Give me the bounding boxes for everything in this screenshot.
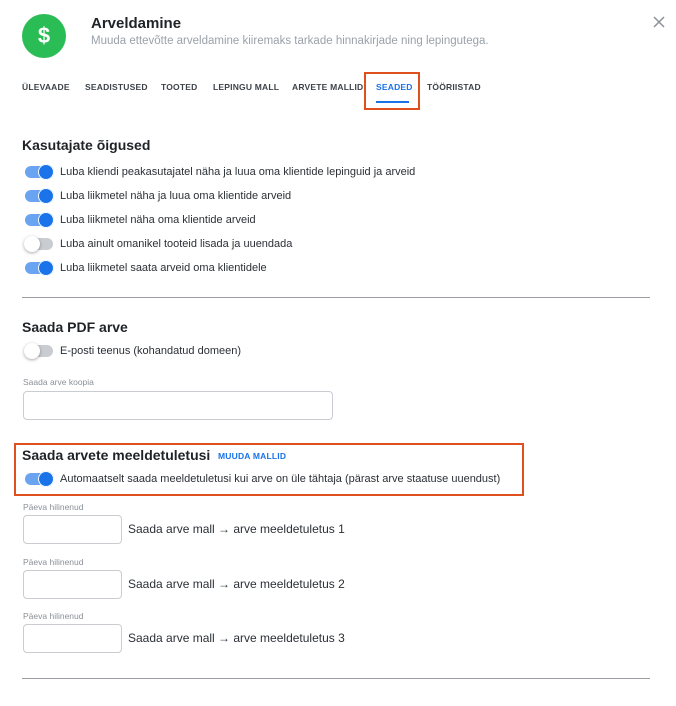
dollar-icon: $ (37, 23, 51, 48)
page-title: Arveldamine (91, 15, 182, 32)
auto-reminder-row: Automaatselt saada meeldetuletusi kui ar… (25, 471, 501, 487)
invoice-copy-input[interactable] (23, 391, 333, 420)
section-title-pdf: Saada PDF arve (22, 319, 128, 335)
days-late-label: Päeva hilinenud (23, 502, 84, 512)
page-subtitle: Muuda ettevõtte arveldamine kiiremaks ta… (91, 35, 489, 47)
permission-label: Luba kliendi peakasutajatel näha ja luua… (60, 166, 416, 178)
tab-tooriistad[interactable]: TÖÖRIISTAD (427, 82, 481, 92)
permission-toggle[interactable] (24, 236, 53, 252)
reminder-template-text: Saada arve mall → arve meeldetuletus 2 (128, 577, 345, 591)
permission-label: Luba liikmetel näha ja luua oma klientid… (60, 190, 292, 202)
highlight-box-tab (364, 72, 420, 110)
permission-row: Luba liikmetel näha oma klientide arveid (25, 212, 256, 228)
auto-reminder-label: Automaatselt saada meeldetuletusi kui ar… (60, 473, 501, 485)
email-service-row: E-posti teenus (kohandatud domeen) (24, 343, 242, 359)
days-late-label: Päeva hilinenud (23, 611, 84, 621)
permission-label: Luba liikmetel näha oma klientide arveid (60, 214, 256, 226)
permission-label: Luba ainult omanikel tooteid lisada ja u… (60, 238, 293, 250)
permission-row: Luba liikmetel saata arveid oma klientid… (25, 260, 267, 276)
section-divider (22, 678, 650, 679)
reminder-template-text: Saada arve mall → arve meeldetuletus 3 (128, 631, 345, 645)
tab-arvete-mallid[interactable]: ARVETE MALLID (292, 82, 363, 92)
permission-label: Luba liikmetel saata arveid oma klientid… (60, 262, 267, 274)
close-icon[interactable] (651, 14, 667, 30)
permission-toggle[interactable] (25, 260, 54, 276)
days-late-input[interactable] (23, 570, 122, 599)
days-late-input[interactable] (23, 515, 122, 544)
days-late-label: Päeva hilinenud (23, 557, 84, 567)
app-logo: $ (22, 14, 66, 58)
tab-lepingu-mall[interactable]: LEPINGU MALL (213, 82, 279, 92)
permission-row: Luba kliendi peakasutajatel näha ja luua… (25, 164, 416, 180)
tab-tooted[interactable]: TOOTED (161, 82, 197, 92)
permission-row: Luba ainult omanikel tooteid lisada ja u… (24, 236, 293, 252)
permission-toggle[interactable] (25, 188, 54, 204)
edit-templates-button[interactable]: MUUDA MALLID (218, 451, 286, 461)
email-service-toggle[interactable] (24, 343, 53, 359)
email-service-label: E-posti teenus (kohandatud domeen) (60, 345, 242, 357)
permission-toggle[interactable] (25, 212, 54, 228)
reminder-template-text: Saada arve mall → arve meeldetuletus 1 (128, 522, 345, 536)
section-divider (22, 297, 650, 298)
tab-ulevaade[interactable]: ÜLEVAADE (22, 82, 70, 92)
auto-reminder-toggle[interactable] (25, 471, 54, 487)
permission-row: Luba liikmetel näha ja luua oma klientid… (25, 188, 292, 204)
days-late-input[interactable] (23, 624, 122, 653)
copy-field-label: Saada arve koopia (23, 377, 94, 387)
section-title-permissions: Kasutajate õigused (22, 137, 151, 153)
section-title-reminders: Saada arvete meeldetuletusi (22, 447, 211, 463)
permission-toggle[interactable] (25, 164, 54, 180)
tab-seadistused[interactable]: SEADISTUSED (85, 82, 148, 92)
